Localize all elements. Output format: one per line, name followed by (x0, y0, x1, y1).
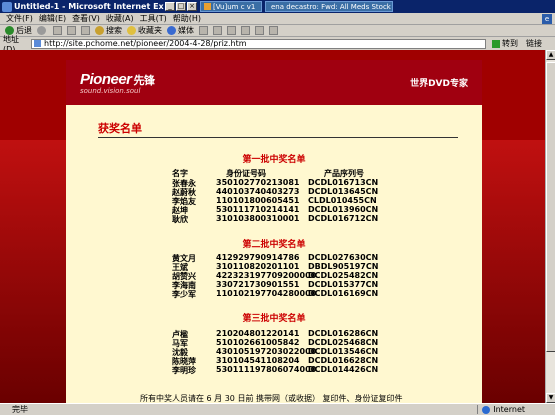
menu-tools[interactable]: 工具(T) (140, 13, 167, 24)
minimize-button[interactable]: _ (165, 2, 175, 11)
home-icon[interactable] (81, 26, 90, 35)
window-icon (204, 3, 211, 10)
scroll-down-icon[interactable]: ▼ (546, 393, 555, 403)
taskbar-item[interactable]: [Vu]um c v1 (200, 1, 262, 12)
divider (98, 137, 458, 138)
window-title: Untitled-1 - Microsoft Internet Explorer (14, 2, 164, 11)
scroll-up-icon[interactable]: ▲ (546, 50, 555, 60)
toolbar: 后退 搜索 收藏夹 媒体 (0, 25, 555, 37)
maximize-button[interactable]: □ (176, 2, 186, 11)
media-icon (167, 26, 176, 35)
brand-banner: Pioneer 先锋 sound.vision.soul 世界DVD专家 (66, 60, 482, 105)
search-icon (95, 26, 104, 35)
table-row: 李少军 110102197704280000 DCDL016169CN (172, 289, 379, 299)
print-icon[interactable] (227, 26, 236, 35)
ie-logo-icon: e (542, 14, 552, 24)
links-button[interactable]: 链接 (526, 38, 542, 49)
stop-icon[interactable] (53, 26, 62, 35)
batch-title: 第二批中奖名单 (242, 240, 306, 250)
security-zone: Internet (477, 405, 525, 414)
page-card: Pioneer 先锋 sound.vision.soul 世界DVD专家 获奖名单… (66, 60, 482, 403)
menu-bar: 文件(F) 编辑(E) 查看(V) 收藏(A) 工具(T) 帮助(H) e (0, 13, 555, 25)
page-title: 获奖名单 (98, 122, 142, 135)
title-bar: Untitled-1 - Microsoft Internet Explorer… (0, 0, 555, 13)
page-icon (34, 40, 41, 47)
brand-slogan: 世界DVD专家 (410, 79, 468, 89)
vertical-scrollbar[interactable]: ▲ ▼ (545, 50, 555, 403)
status-bar: 完毕 Internet (0, 403, 555, 415)
refresh-icon[interactable] (67, 26, 76, 35)
table-row: 耿欣 310103800310001 DCDL016712CN (172, 214, 379, 224)
menu-help[interactable]: 帮助(H) (173, 13, 201, 24)
discuss-icon[interactable] (255, 26, 264, 35)
page-viewport: Pioneer 先锋 sound.vision.soul 世界DVD专家 获奖名单… (0, 50, 545, 403)
menu-edit[interactable]: 编辑(E) (39, 13, 66, 24)
globe-icon (482, 405, 491, 414)
close-button[interactable]: × (187, 2, 197, 11)
media-button[interactable]: 媒体 (167, 25, 194, 36)
status-text: 完毕 (12, 405, 28, 414)
scroll-thumb[interactable] (546, 62, 555, 352)
menu-file[interactable]: 文件(F) (6, 13, 33, 24)
star-icon (127, 26, 136, 35)
table-row: 李明珍 530111197806074000 DCDL014426CN (172, 365, 379, 375)
address-bar: 地址(D) http://site.pchome.net/pioneer/200… (0, 35, 555, 54)
search-button[interactable]: 搜索 (95, 25, 122, 36)
forward-arrow-icon (37, 26, 46, 35)
go-arrow-icon (492, 39, 500, 48)
menu-favorites[interactable]: 收藏(A) (106, 13, 134, 24)
favorites-button[interactable]: 收藏夹 (127, 25, 162, 36)
batch-title: 第一批中奖名单 (242, 155, 306, 165)
edit-icon[interactable] (241, 26, 250, 35)
messenger-icon[interactable] (269, 26, 278, 35)
ie-window-icon (2, 1, 12, 12)
content-panel: 获奖名单 第一批中奖名单 名字 身份证号码 产品序列号 张春永 35010277… (66, 105, 482, 403)
address-input[interactable]: http://site.pchome.net/pioneer/2004-4-28… (31, 38, 486, 49)
batch-title: 第三批中奖名单 (242, 314, 306, 324)
pioneer-logo: Pioneer 先锋 sound.vision.soul (80, 70, 155, 95)
go-button[interactable]: 转到 (492, 38, 518, 49)
forward-button[interactable] (37, 26, 48, 35)
address-url: http://site.pchome.net/pioneer/2004-4-28… (44, 39, 247, 48)
menu-view[interactable]: 查看(V) (72, 13, 100, 24)
notice-text: 所有中奖人员请在 6 月 30 日前 携带网（或收据） 复印件、身份证复印件 (140, 394, 403, 403)
mail-icon[interactable] (213, 26, 222, 35)
history-icon[interactable] (199, 26, 208, 35)
taskbar-item[interactable]: ena decastro: Fwd: All Meds Stock (265, 1, 393, 12)
